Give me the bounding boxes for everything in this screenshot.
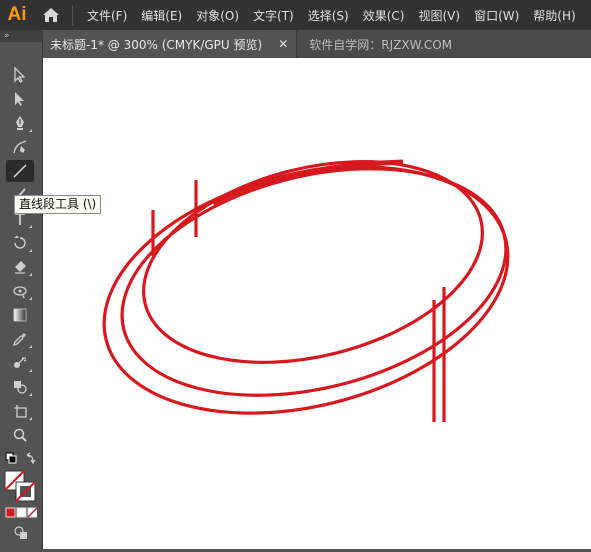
menu-edit[interactable]: 编辑(E): [135, 7, 190, 24]
gradient-tool-icon[interactable]: [6, 304, 34, 326]
home-icon[interactable]: [34, 0, 68, 30]
document-tab-bar: 未标题-1* @ 300% (CMYK/GPU 预览) ✕ 软件自学网：RJZX…: [42, 30, 591, 58]
shape-builder-tool-icon[interactable]: [6, 376, 34, 398]
menu-window[interactable]: 窗口(W): [468, 7, 527, 24]
watermark-text: 软件自学网：RJZXW.COM: [309, 37, 453, 52]
eraser-tool-icon[interactable]: [6, 256, 34, 278]
tab-title: 未标题-1* @ 300% (CMYK/GPU 预览): [50, 37, 263, 52]
app-logo: Ai: [7, 4, 27, 25]
menu-help[interactable]: 帮助(H): [527, 7, 583, 24]
menu-separator: [72, 5, 73, 25]
fill-stroke-swatch[interactable]: [4, 470, 38, 502]
curvature-tool-icon[interactable]: [6, 136, 34, 158]
fill-stroke-controls: [5, 452, 37, 466]
artboard-canvas[interactable]: [43, 58, 591, 549]
ellipse-middle: [120, 167, 508, 397]
menu-type[interactable]: 文字(T): [247, 7, 302, 24]
artwork: [102, 159, 510, 422]
selection-tool-icon[interactable]: [6, 64, 34, 86]
line-segment-tool-icon[interactable]: [6, 160, 34, 182]
panel-collapse-icon[interactable]: »: [0, 30, 42, 42]
zoom-tool-icon[interactable]: [6, 424, 34, 446]
rotate-tool-icon[interactable]: [6, 232, 34, 254]
menu-object[interactable]: 对象(O): [190, 7, 247, 24]
color-mode-buttons[interactable]: [5, 507, 38, 519]
draw-mode-icon[interactable]: [12, 524, 30, 540]
tab-document[interactable]: 未标题-1* @ 300% (CMYK/GPU 预览) ✕: [42, 30, 297, 58]
menu-select[interactable]: 选择(S): [302, 7, 357, 24]
menu-bar: Ai 文件(F) 编辑(E) 对象(O) 文字(T) 选择(S) 效果(C) 视…: [0, 0, 591, 30]
symbol-sprayer-tool-icon[interactable]: [6, 352, 34, 374]
eyedropper-tool-icon[interactable]: [6, 328, 34, 350]
menu-effect[interactable]: 效果(C): [357, 7, 413, 24]
menu-view[interactable]: 视图(V): [412, 7, 468, 24]
artboard-tool-icon[interactable]: [6, 400, 34, 422]
direct-selection-tool-icon[interactable]: [6, 88, 34, 110]
puppet-warp-tool-icon[interactable]: [6, 280, 34, 302]
tool-tooltip: 直线段工具 (\): [14, 195, 102, 214]
close-icon[interactable]: ✕: [278, 37, 288, 51]
pen-tool-icon[interactable]: [6, 112, 34, 134]
tools-panel: »: [0, 30, 43, 549]
menu-file[interactable]: 文件(F): [81, 7, 135, 24]
